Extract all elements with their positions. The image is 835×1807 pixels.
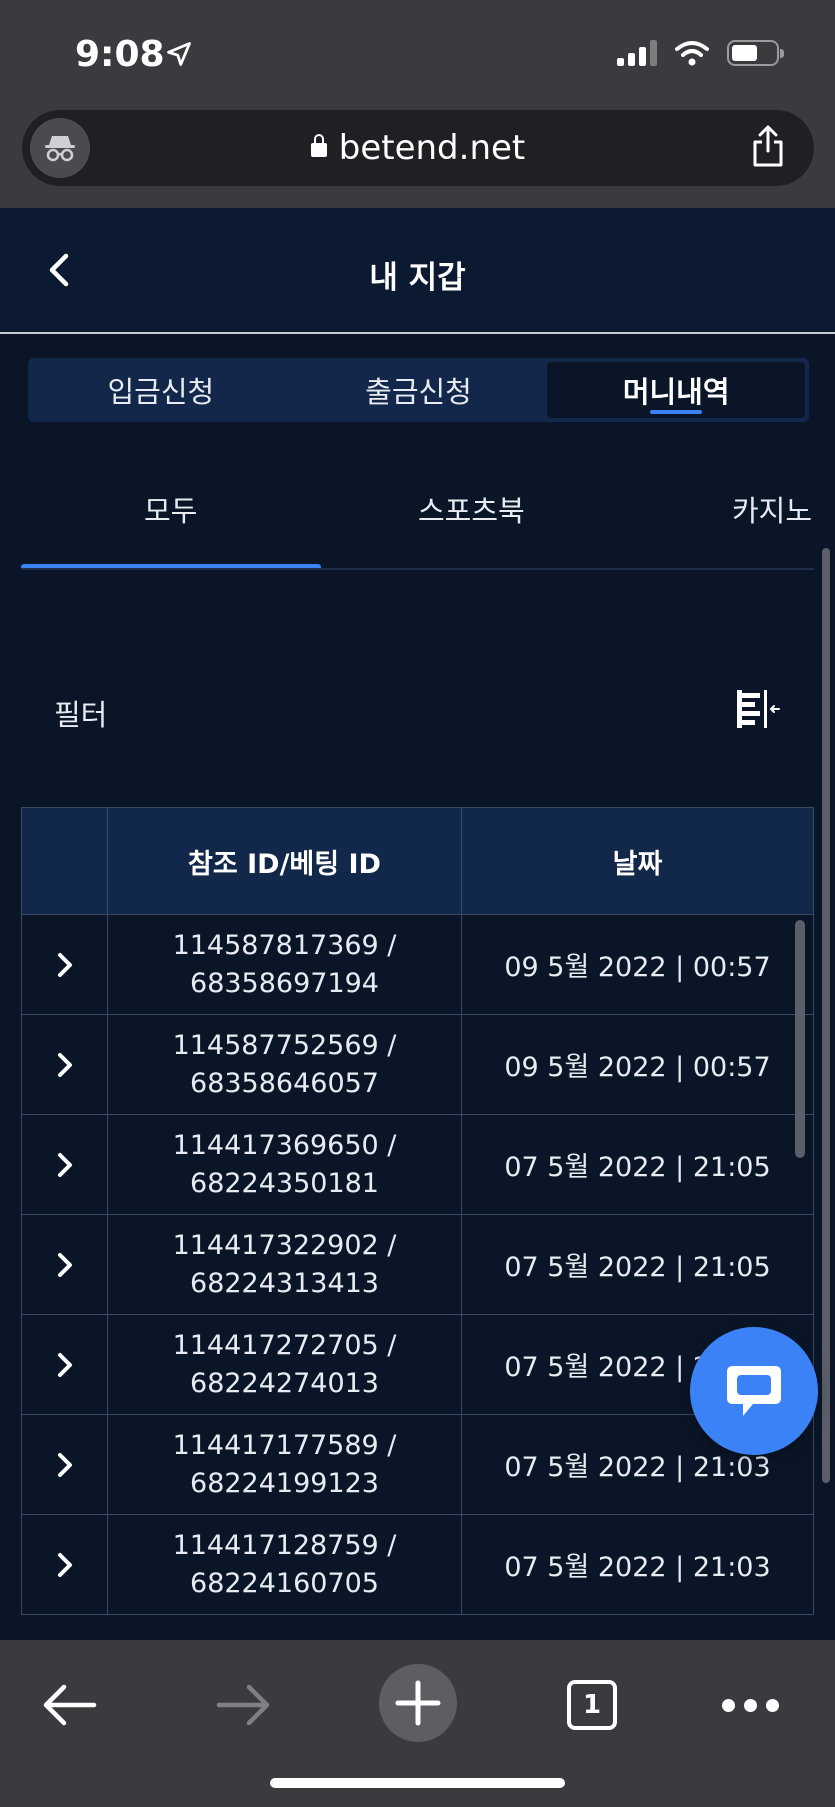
ref-id: 114587752569 / — [172, 1029, 397, 1061]
page-header: 내 지갑 — [0, 208, 835, 334]
new-tab-button[interactable] — [379, 1664, 457, 1742]
header-date: 날짜 — [612, 848, 663, 880]
address-bar[interactable]: betend.net — [22, 110, 814, 186]
date-cell: 07 5월 2022 | 21:03 — [504, 1552, 771, 1583]
more-options-icon[interactable] — [722, 1699, 779, 1712]
tab-sportsbook[interactable]: 스포츠북 — [418, 488, 525, 530]
tab-deposit[interactable]: 입금신청 — [32, 362, 290, 418]
lock-icon — [310, 134, 327, 157]
ref-id-cell: 114417322902 / 68224313413 — [108, 1215, 462, 1314]
filter-label[interactable]: 필터 — [54, 692, 107, 734]
chevron-right-icon — [57, 1152, 72, 1177]
date-cell: 07 5월 2022 | 21:05 — [504, 1252, 771, 1283]
header-expand — [22, 808, 108, 914]
ref-id: 114417322902 / — [172, 1229, 397, 1261]
ref-id: 114417177589 / — [172, 1429, 397, 1461]
share-icon[interactable] — [750, 124, 786, 168]
url-text: betend.net — [338, 128, 526, 168]
category-tabs: 모두 스포츠북 카지노 — [21, 470, 814, 570]
chevron-right-icon — [57, 1052, 72, 1077]
status-icons — [617, 40, 784, 66]
chevron-right-icon — [57, 1552, 72, 1577]
cellular-signal-icon — [617, 40, 657, 66]
bet-id: 68224199123 — [190, 1467, 379, 1499]
expand-button[interactable] — [22, 1115, 108, 1214]
ref-id-cell: 114417177589 / 68224199123 — [108, 1415, 462, 1514]
chevron-right-icon — [57, 1452, 72, 1477]
ref-id-cell: 114417128759 / 68224160705 — [108, 1515, 462, 1614]
tab-money-history[interactable]: 머니내역 — [547, 362, 806, 418]
ref-id-cell: 114417272705 / 68224274013 — [108, 1315, 462, 1414]
table-row[interactable]: 114587752569 / 68358646057 09 5월 2022 | 0… — [21, 1015, 814, 1115]
ref-id: 114417272705 / — [172, 1329, 397, 1361]
chevron-right-icon — [57, 1252, 72, 1277]
expand-button[interactable] — [22, 1315, 108, 1414]
expand-button[interactable] — [22, 1415, 108, 1514]
bet-id: 68224313413 — [190, 1267, 379, 1299]
table-row[interactable]: 114587817369 / 68358697194 09 5월 2022 | 0… — [21, 915, 814, 1015]
bet-id: 68224160705 — [190, 1567, 379, 1599]
header-ref-id: 참조 ID/베팅 ID — [108, 808, 462, 914]
home-indicator — [270, 1778, 565, 1788]
page-scrollbar[interactable] — [822, 548, 830, 1483]
chat-bubble-icon — [727, 1366, 781, 1416]
expand-button[interactable] — [22, 1015, 108, 1114]
chevron-right-icon — [57, 1352, 72, 1377]
ref-id: 114587817369 / — [172, 929, 397, 961]
battery-icon — [727, 40, 784, 66]
chevron-right-icon — [57, 952, 72, 977]
tabs-button[interactable]: 1 — [567, 1680, 617, 1730]
browser-chrome: 9:08 betend.net — [0, 0, 835, 208]
expand-button[interactable] — [22, 1215, 108, 1314]
bet-id: 68358697194 — [190, 967, 379, 999]
table-row[interactable]: 114417128759 / 68224160705 07 5월 2022 | 2… — [21, 1515, 814, 1615]
live-chat-button[interactable] — [690, 1327, 818, 1455]
status-time: 9:08 — [75, 34, 165, 75]
url-display[interactable]: betend.net — [22, 128, 814, 168]
table-row[interactable]: 114417322902 / 68224313413 07 5월 2022 | 2… — [21, 1215, 814, 1315]
plus-icon — [395, 1680, 441, 1726]
browser-back-icon[interactable] — [42, 1680, 98, 1730]
ref-id-cell: 114587817369 / 68358697194 — [108, 915, 462, 1014]
money-history-table: 참조 ID/베팅 ID 날짜 114587817369 / 68358697194… — [21, 807, 814, 1615]
bet-id: 68224274013 — [190, 1367, 379, 1399]
page-title: 내 지갑 — [369, 260, 466, 296]
tab-withdraw[interactable]: 출금신청 — [290, 362, 548, 418]
active-tab-indicator — [21, 564, 321, 568]
bet-id: 68358646057 — [190, 1067, 379, 1099]
expand-button[interactable] — [22, 915, 108, 1014]
ref-id: 114417369650 / — [172, 1129, 397, 1161]
wifi-icon — [675, 41, 709, 66]
table-header: 참조 ID/베팅 ID 날짜 — [21, 807, 814, 915]
ref-id: 114417128759 / — [172, 1529, 397, 1561]
filter-toggle-icon[interactable] — [735, 688, 781, 730]
wallet-tabs: 입금신청 출금신청 머니내역 — [28, 358, 809, 422]
date-cell: 09 5월 2022 | 00:57 — [504, 952, 771, 983]
date-cell: 07 5월 2022 | 21:05 — [504, 1152, 771, 1183]
expand-button[interactable] — [22, 1515, 108, 1614]
location-arrow-icon — [167, 42, 191, 66]
bet-id: 68224350181 — [190, 1167, 379, 1199]
date-cell: 09 5월 2022 | 00:57 — [504, 1052, 771, 1083]
browser-forward-icon[interactable] — [215, 1680, 271, 1730]
tab-casino[interactable]: 카지노 — [732, 488, 812, 530]
tab-all[interactable]: 모두 — [144, 488, 197, 530]
table-scrollbar[interactable] — [795, 920, 805, 1158]
table-row[interactable]: 114417177589 /68224199123 07 5월 2022 | 2… — [21, 1415, 814, 1515]
browser-toolbar: 1 — [0, 1640, 835, 1807]
ref-id-cell: 114587752569 / 68358646057 — [108, 1015, 462, 1114]
ref-id-cell: 114417369650 / 68224350181 — [108, 1115, 462, 1214]
table-row[interactable]: 114417369650 / 68224350181 07 5월 2022 | 2… — [21, 1115, 814, 1215]
